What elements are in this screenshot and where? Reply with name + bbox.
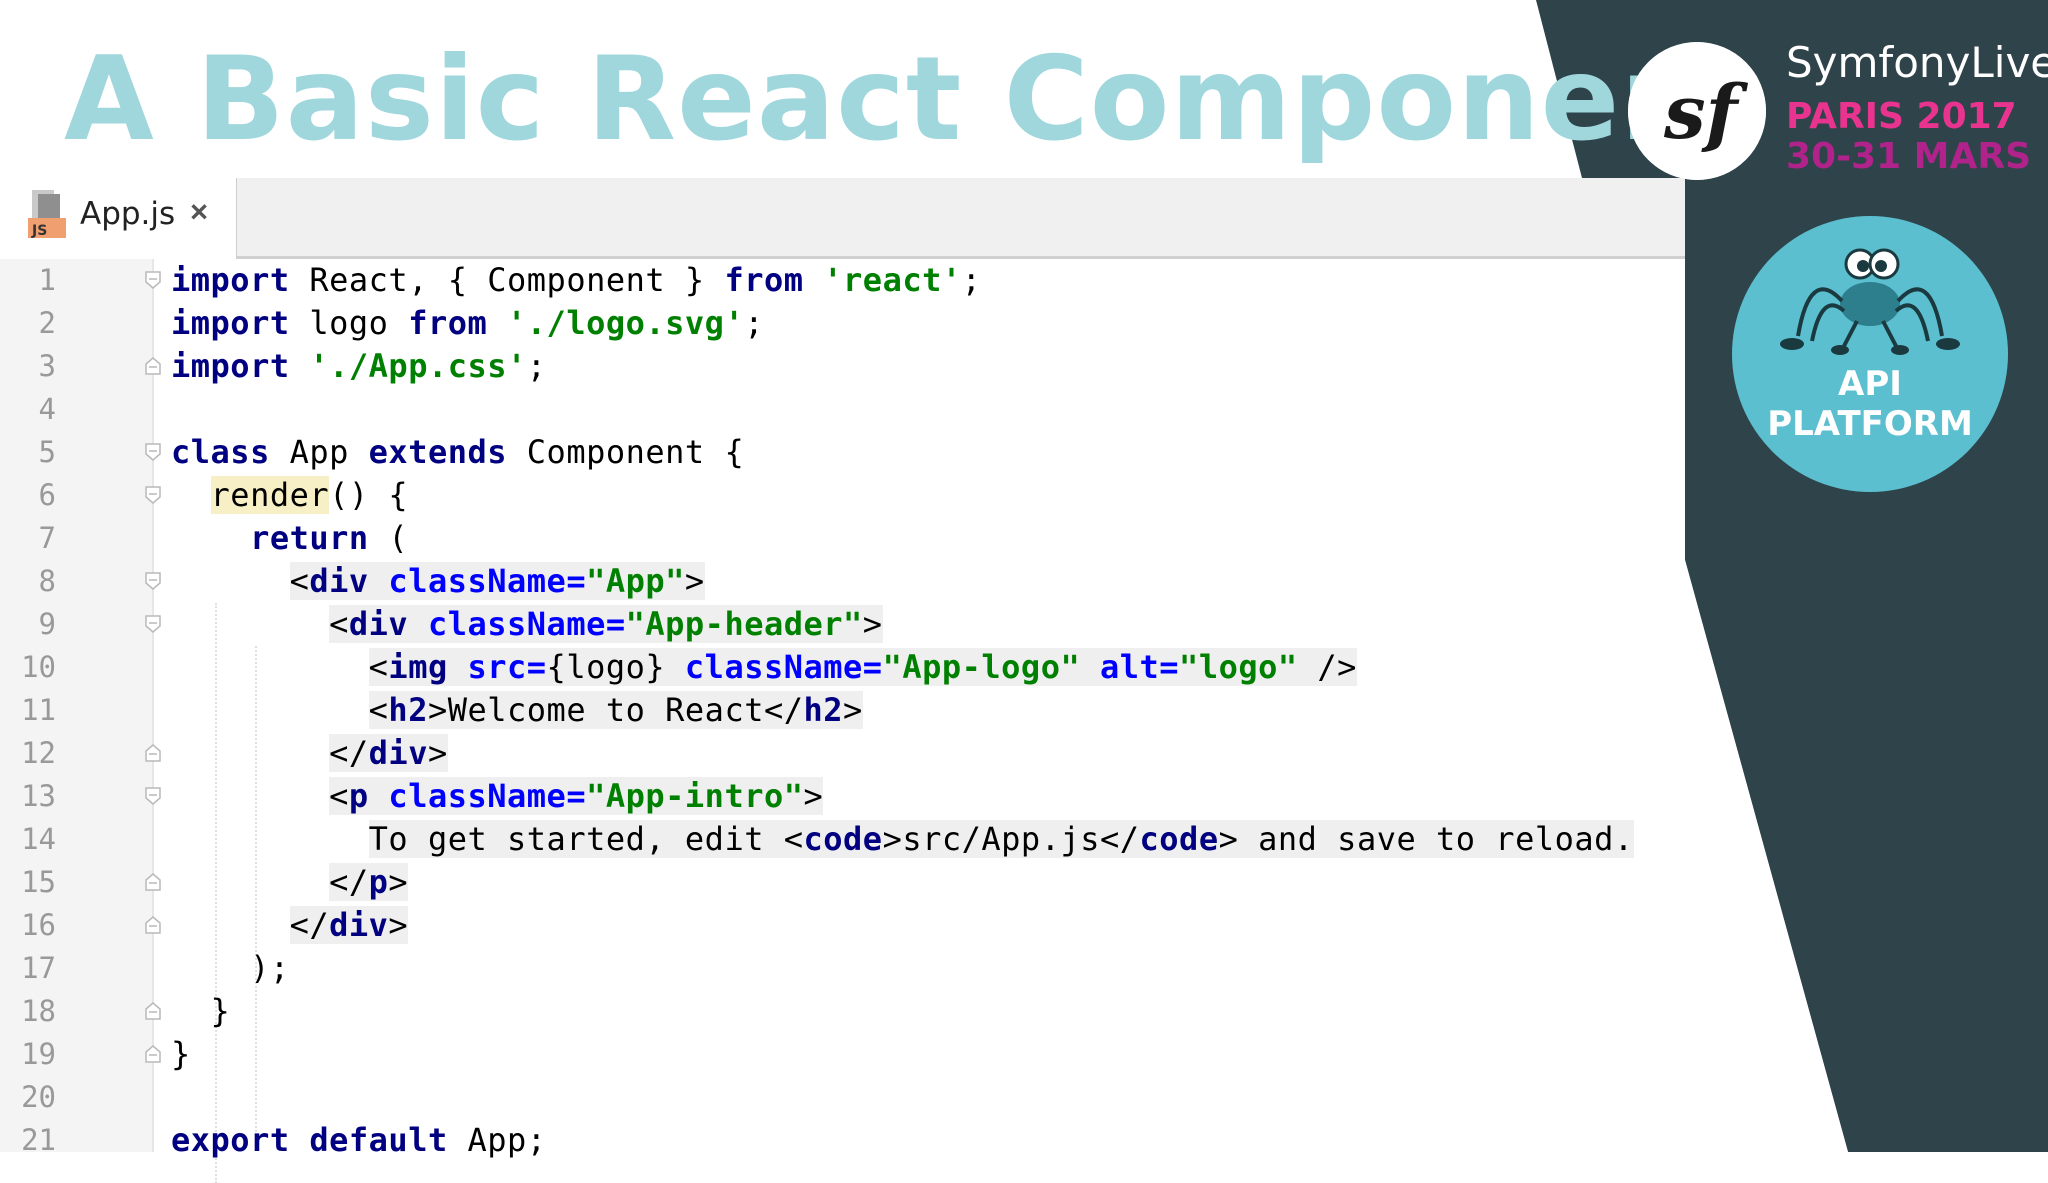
code-line: 10 <img src={logo} className="App-logo" … xyxy=(0,646,1685,689)
code-text: import './App.css'; xyxy=(171,347,547,385)
fold-open-icon[interactable] xyxy=(143,786,163,806)
event-dates: 30-31 MARS xyxy=(1786,136,2032,177)
tab-app-js[interactable]: JS App.js × xyxy=(0,178,237,259)
fold-open-icon[interactable] xyxy=(143,614,163,634)
line-number: 1 xyxy=(38,263,56,297)
code-text: <h2>Welcome to React</h2> xyxy=(368,691,863,729)
api-platform-logo: API PLATFORM xyxy=(1732,216,2008,492)
code-line: 2 import logo from './logo.svg'; xyxy=(0,302,1685,345)
code-text: </div> xyxy=(329,734,448,772)
code-line: 12 </div> xyxy=(0,732,1685,775)
code-text: </p> xyxy=(329,863,409,901)
code-line: 9 <div className="App-header"> xyxy=(0,603,1685,646)
fold-close-icon[interactable] xyxy=(143,743,163,763)
line-number: 13 xyxy=(21,779,56,813)
code-line: 21 export default App; xyxy=(0,1119,1685,1162)
code-text: class App extends Component { xyxy=(171,433,745,471)
line-number: 19 xyxy=(21,1037,56,1071)
code-text: return ( xyxy=(250,519,409,557)
code-text: <div className="App-header"> xyxy=(329,605,883,643)
svg-text:sf: sf xyxy=(1663,70,1749,156)
code-text: <p className="App-intro"> xyxy=(329,777,824,815)
line-number: 9 xyxy=(38,607,56,641)
slide-title: A Basic React Component xyxy=(64,32,1761,167)
code-line: 6 render() { xyxy=(0,474,1685,517)
line-number: 20 xyxy=(21,1080,56,1114)
code-line: 17 ); xyxy=(0,947,1685,990)
close-tab-icon[interactable]: × xyxy=(190,194,208,230)
line-number: 8 xyxy=(38,564,56,598)
spider-mascot-icon xyxy=(1780,248,1960,355)
line-number: 10 xyxy=(21,650,56,684)
symfony-logo: sf xyxy=(1628,42,1766,180)
line-number: 6 xyxy=(38,478,56,512)
line-number: 16 xyxy=(21,908,56,942)
editor-tab-bar: JS App.js × xyxy=(0,178,1685,259)
fold-close-icon[interactable] xyxy=(143,1001,163,1021)
line-number: 3 xyxy=(38,349,56,383)
fold-close-icon[interactable] xyxy=(143,872,163,892)
code-line: 11 <h2>Welcome to React</h2> xyxy=(0,689,1685,732)
line-number: 12 xyxy=(21,736,56,770)
line-number: 7 xyxy=(38,521,56,555)
symfony-live-brand: SymfonyLive xyxy=(1786,38,2048,87)
code-line: 4 xyxy=(0,388,1685,431)
fold-open-icon[interactable] xyxy=(143,270,163,290)
symfony-sf-icon: sf xyxy=(1628,42,1766,180)
code-text: <div className="App"> xyxy=(289,562,705,600)
code-line: 5 class App extends Component { xyxy=(0,431,1685,474)
code-text: ); xyxy=(250,949,290,987)
code-text: </div> xyxy=(289,906,409,944)
code-text: <img src={logo} className="App-logo" alt… xyxy=(368,648,1357,686)
code-line: 19 } xyxy=(0,1033,1685,1076)
code-editor: JS App.js × 1 import React, { Component … xyxy=(0,178,1685,1183)
js-file-icon: JS xyxy=(28,190,66,239)
code-text: } xyxy=(171,1035,191,1073)
line-number: 15 xyxy=(21,865,56,899)
fold-open-icon[interactable] xyxy=(143,442,163,462)
line-number: 17 xyxy=(21,951,56,985)
code-text: import React, { Component } from 'react'… xyxy=(171,261,982,299)
code-line: 20 xyxy=(0,1076,1685,1119)
code-line: 8 <div className="App"> xyxy=(0,560,1685,603)
code-text: render() { xyxy=(210,476,409,514)
code-text: import logo from './logo.svg'; xyxy=(171,304,764,342)
code-text: } xyxy=(210,992,231,1030)
line-number: 5 xyxy=(38,435,56,469)
code-line: 3 import './App.css'; xyxy=(0,345,1685,388)
fold-close-icon[interactable] xyxy=(143,915,163,935)
line-number: 18 xyxy=(21,994,56,1028)
event-city-year: PARIS 2017 xyxy=(1786,96,2017,137)
line-number: 2 xyxy=(38,306,56,340)
api-platform-label-line1: API xyxy=(1838,364,1902,404)
line-number: 11 xyxy=(21,693,56,727)
tab-label: App.js xyxy=(80,196,176,232)
code-line: 16 </div> xyxy=(0,904,1685,947)
code-line: 1 import React, { Component } from 'reac… xyxy=(0,259,1685,302)
code-text: export default App; xyxy=(171,1121,547,1159)
fold-open-icon[interactable] xyxy=(143,571,163,591)
code-line: 18 } xyxy=(0,990,1685,1033)
fold-close-icon[interactable] xyxy=(143,1044,163,1064)
fold-open-icon[interactable] xyxy=(143,485,163,505)
line-number: 14 xyxy=(21,822,56,856)
code-text: To get started, edit <code>src/App.js</c… xyxy=(368,820,1634,858)
api-platform-label-line2: PLATFORM xyxy=(1767,404,1973,444)
code-line: 13 <p className="App-intro"> xyxy=(0,775,1685,818)
js-file-icon-label: JS xyxy=(31,223,47,239)
line-number: 4 xyxy=(38,392,56,426)
code-line: 14 To get started, edit <code>src/App.js… xyxy=(0,818,1685,861)
fold-close-icon[interactable] xyxy=(143,356,163,376)
line-number: 21 xyxy=(21,1123,56,1157)
code-line: 15 </p> xyxy=(0,861,1685,904)
code-line: 7 return ( xyxy=(0,517,1685,560)
